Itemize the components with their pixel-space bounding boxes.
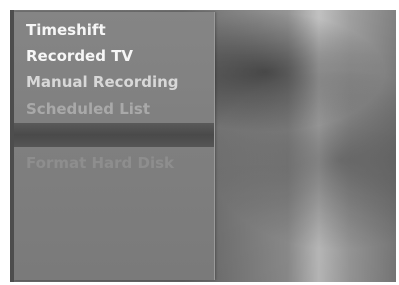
menu-item-manual-recording[interactable]: Manual Recording	[26, 70, 179, 94]
menu-item-selected-highlight[interactable]	[14, 123, 214, 147]
menu-item-format-hard-disk[interactable]: Format Hard Disk	[26, 151, 174, 175]
tv-screen: Timeshift Recorded TV Manual Recording S…	[10, 10, 396, 282]
pvr-menu-panel: Timeshift Recorded TV Manual Recording S…	[14, 12, 215, 280]
screen-edge	[10, 10, 14, 282]
menu-item-scheduled-list[interactable]: Scheduled List	[26, 97, 150, 121]
menu-item-recorded-tv[interactable]: Recorded TV	[26, 44, 133, 68]
menu-item-timeshift[interactable]: Timeshift	[26, 18, 106, 42]
